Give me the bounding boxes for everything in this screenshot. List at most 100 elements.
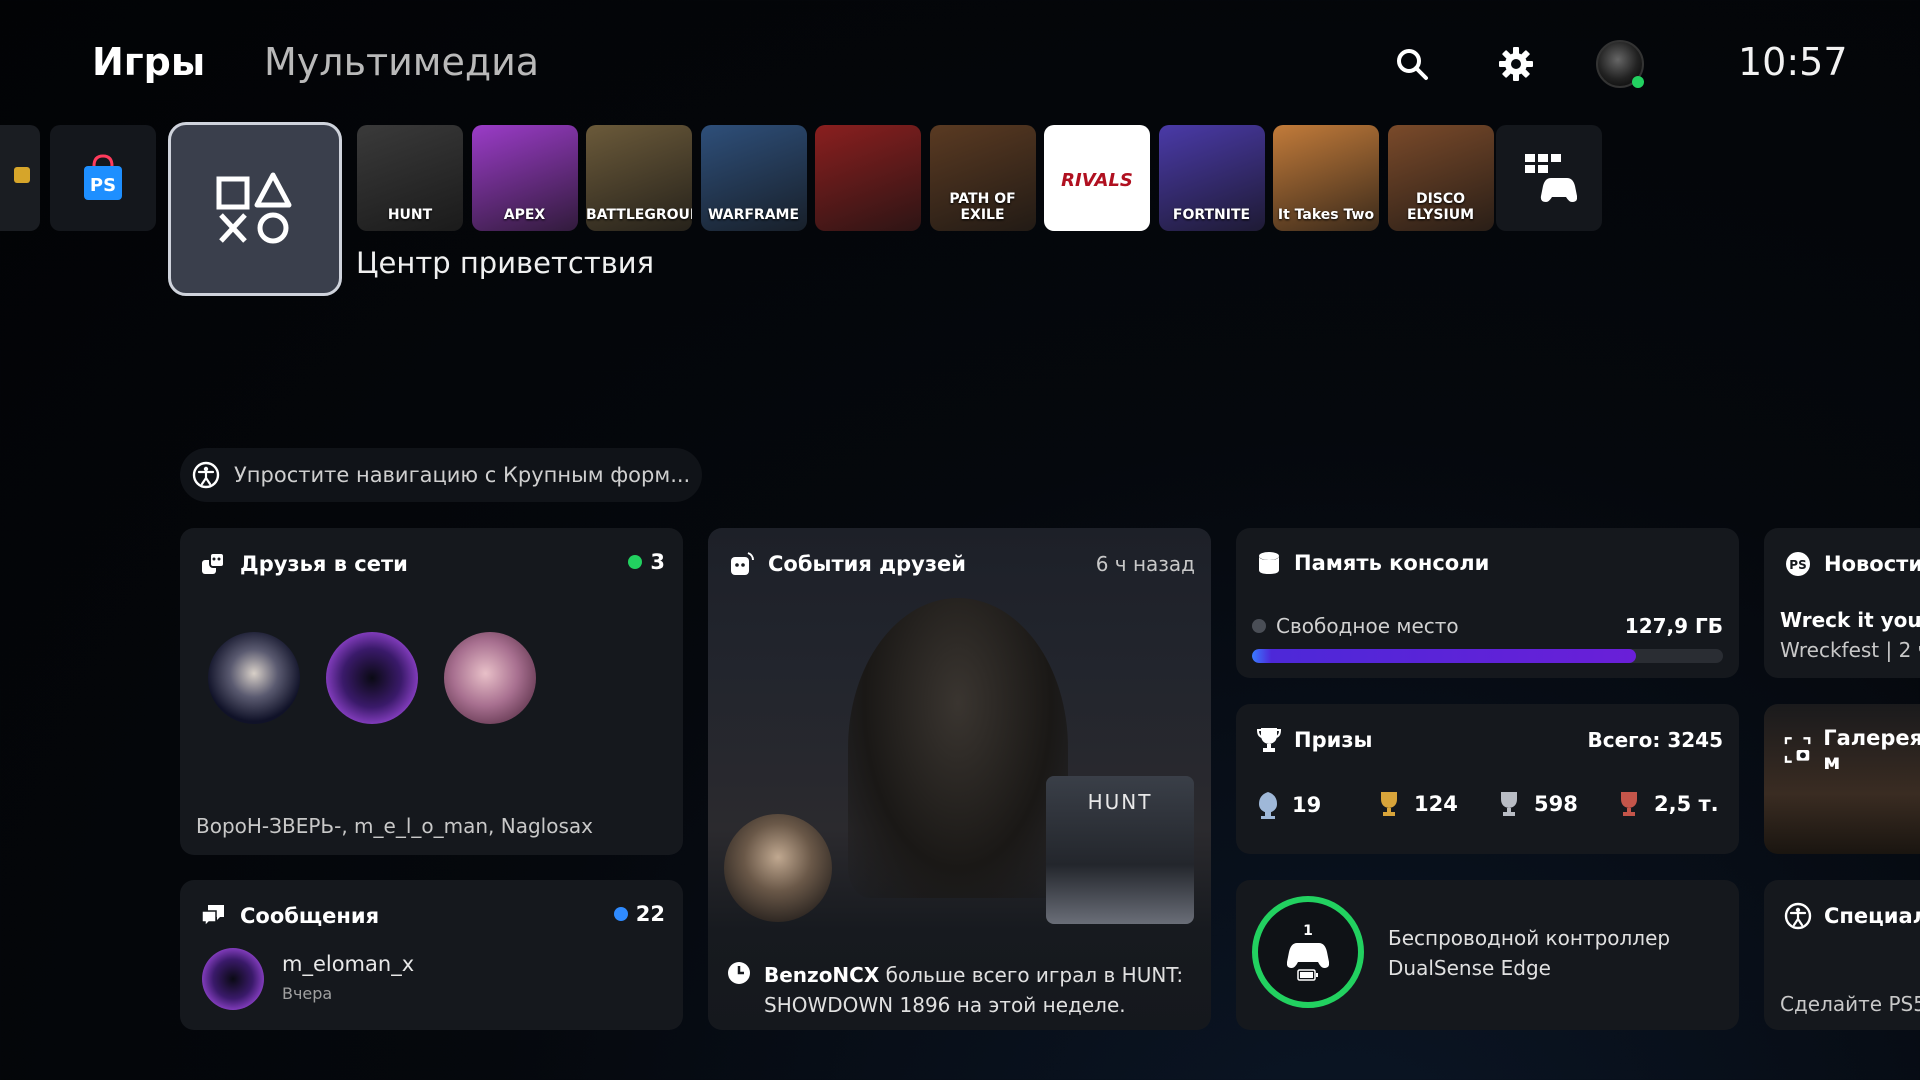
special-card[interactable]: Специаль Сделайте PS5 bbox=[1764, 880, 1920, 1030]
game-tile-label: DISCO ELYSIUM bbox=[1406, 191, 1475, 223]
platinum-count: 19 bbox=[1292, 793, 1322, 817]
storage-title: Память консоли bbox=[1294, 551, 1490, 575]
controller-battery-ring: 1 bbox=[1252, 896, 1364, 1008]
game-tile[interactable]: HUNT bbox=[357, 125, 463, 231]
silver-count: 598 bbox=[1534, 792, 1578, 816]
controller-line2: DualSense Edge bbox=[1388, 956, 1551, 980]
friends-title: Друзья в сети bbox=[240, 552, 408, 576]
messages-card[interactable]: Сообщения 22 m_eloman_x Вчера bbox=[180, 880, 683, 1030]
message-time: Вчера bbox=[282, 984, 333, 1003]
storage-value: 127,9 ГБ bbox=[1624, 614, 1723, 638]
news-sub: Wreckfest | 2 ч bbox=[1780, 638, 1920, 662]
storage-label: Свободное место bbox=[1276, 614, 1459, 638]
game-tile[interactable]: FORTNITE bbox=[1158, 125, 1265, 231]
gallery-card[interactable]: Галерея м bbox=[1764, 704, 1920, 854]
game-tile-label: FORTNITE bbox=[1172, 207, 1251, 223]
bronze-count: 2,5 т. bbox=[1654, 792, 1719, 816]
game-tile[interactable]: APEX bbox=[471, 125, 578, 231]
unread-dot bbox=[613, 907, 628, 921]
console-storage-card[interactable]: Память консоли Свободное место 127,9 ГБ bbox=[1236, 528, 1739, 678]
tab-media[interactable]: Мультимедиа bbox=[264, 40, 539, 84]
gold-trophy-icon bbox=[1381, 792, 1397, 816]
trophies-card[interactable]: Призы Всего: 3245 19 124 598 2,5 т. bbox=[1236, 704, 1739, 854]
special-title: Специаль bbox=[1824, 904, 1920, 928]
game-tile-label: BATTLEGROUNDS bbox=[586, 207, 692, 223]
messages-title: Сообщения bbox=[240, 904, 380, 928]
trophy-icon bbox=[1256, 728, 1282, 752]
svg-text:PS: PS bbox=[90, 175, 116, 196]
friend-avatar-2[interactable] bbox=[326, 632, 418, 724]
friend-events-icon bbox=[731, 552, 754, 575]
news-title: Новости bbox=[1824, 552, 1920, 576]
platinum-trophy-icon bbox=[1259, 792, 1277, 819]
friend-avatar-1[interactable] bbox=[208, 632, 300, 724]
game-tile-label: It Takes Two bbox=[1277, 207, 1375, 223]
svg-text:PS: PS bbox=[1789, 558, 1806, 572]
friends-names: ВороН-ЗВЕРЬ-, m_e_l_o_man, Naglosax bbox=[196, 814, 593, 838]
friends-icon bbox=[202, 552, 225, 574]
bronze-trophy-icon bbox=[1621, 792, 1637, 816]
storage-icon bbox=[1259, 552, 1279, 574]
game-library-icon bbox=[1525, 154, 1577, 202]
search-icon[interactable] bbox=[1388, 40, 1436, 88]
controller-line1: Беспроводной контроллер bbox=[1388, 926, 1671, 950]
playstation-news-icon: PS bbox=[1786, 552, 1810, 576]
tile-partial-left[interactable] bbox=[0, 125, 40, 231]
friend-events-time: 6 ч назад bbox=[1095, 552, 1195, 576]
messages-icon bbox=[201, 905, 224, 928]
game-tile[interactable]: RIVALS bbox=[1044, 125, 1150, 231]
news-card[interactable]: PS Новости Wreck it your w Wreckfest | 2… bbox=[1764, 528, 1920, 678]
event-game-title: HUNT bbox=[1087, 790, 1153, 814]
game-tile[interactable] bbox=[815, 125, 921, 231]
online-dot bbox=[628, 555, 643, 569]
clock: 10:57 bbox=[1738, 40, 1848, 84]
ps-store-icon: PS bbox=[84, 154, 122, 200]
controller-icon bbox=[1287, 943, 1329, 968]
accessibility-icon bbox=[192, 461, 220, 489]
storage-bar-fill bbox=[1252, 649, 1636, 663]
game-tile[interactable]: It Takes Two bbox=[1273, 125, 1379, 231]
trophies-title: Призы bbox=[1294, 728, 1373, 752]
tab-games[interactable]: Игры bbox=[92, 40, 205, 84]
hint-text: Упростите навигацию с Крупным форм... bbox=[234, 463, 691, 487]
friend-events-card[interactable]: События друзей 6 ч назад HUNT BenzoNCX б… bbox=[708, 528, 1211, 1030]
friend-avatar-3[interactable] bbox=[444, 632, 536, 724]
event-artwork bbox=[848, 598, 1068, 898]
gallery-title: Галерея м bbox=[1823, 726, 1920, 774]
game-tile[interactable]: PATH OF EXILE bbox=[929, 125, 1036, 231]
silver-trophy-icon bbox=[1501, 792, 1517, 816]
welcome-hub-tile[interactable] bbox=[168, 122, 342, 296]
storage-bar bbox=[1252, 649, 1723, 663]
online-status-dot bbox=[1632, 76, 1644, 88]
welcome-hub-title: Центр приветствия bbox=[356, 246, 655, 280]
game-tile[interactable]: WARFRAME bbox=[700, 125, 807, 231]
free-space-dot bbox=[1252, 619, 1266, 633]
event-user: BenzoNCX bbox=[764, 963, 880, 987]
trophies-total: Всего: 3245 bbox=[1587, 728, 1723, 752]
friends-count: 3 bbox=[650, 550, 665, 574]
controller-card[interactable]: 1 Беспроводной контроллер DualSense Edge bbox=[1236, 880, 1739, 1030]
controller-number: 1 bbox=[1303, 923, 1313, 939]
accessibility-icon bbox=[1784, 902, 1812, 930]
event-text-line2: SHOWDOWN 1896 на этой неделе. bbox=[764, 993, 1126, 1017]
game-tile-label: WARFRAME bbox=[707, 207, 800, 223]
game-tile[interactable]: BATTLEGROUNDS bbox=[586, 125, 692, 231]
messages-count: 22 bbox=[635, 902, 665, 926]
message-sender: m_eloman_x bbox=[282, 952, 415, 976]
friend-events-title: События друзей bbox=[768, 552, 967, 576]
event-text: больше всего играл в HUNT: bbox=[885, 963, 1184, 987]
special-text: Сделайте PS5 bbox=[1780, 992, 1920, 1016]
ps-shapes-icon bbox=[216, 172, 292, 244]
event-game-tile[interactable]: HUNT bbox=[1046, 776, 1194, 924]
game-tile[interactable]: DISCO ELYSIUM bbox=[1387, 125, 1494, 231]
gallery-icon bbox=[1784, 737, 1811, 763]
battery-icon bbox=[1297, 969, 1318, 981]
user-avatar[interactable] bbox=[1596, 40, 1644, 88]
game-library-tile[interactable] bbox=[1496, 125, 1602, 231]
event-user-avatar bbox=[724, 814, 832, 922]
game-tile-label: APEX bbox=[503, 207, 546, 223]
accessibility-hint[interactable]: Упростите навигацию с Крупным форм... bbox=[180, 448, 703, 502]
settings-gear-icon[interactable] bbox=[1492, 40, 1540, 88]
friends-online-card[interactable]: Друзья в сети 3 ВороН-ЗВЕРЬ-, m_e_l_o_ma… bbox=[180, 528, 683, 855]
ps-store-tile[interactable]: PS bbox=[50, 125, 156, 231]
